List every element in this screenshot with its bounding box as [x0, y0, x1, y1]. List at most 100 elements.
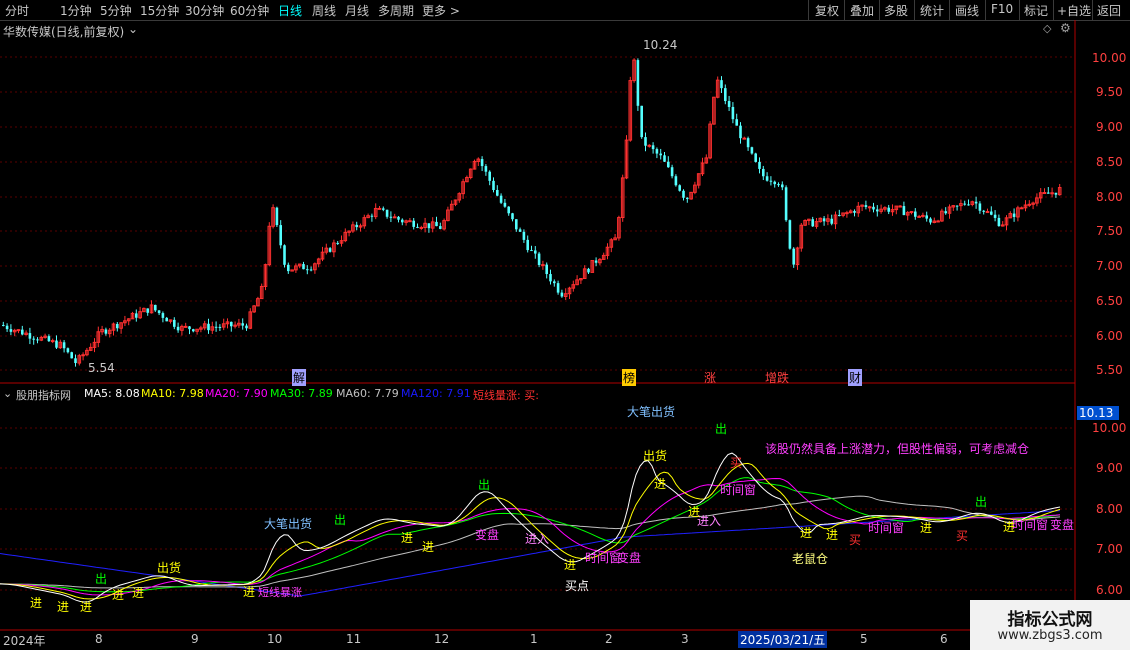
candle-body: [838, 215, 841, 217]
signal-buy-in: 进: [1003, 520, 1016, 534]
watermark-url: www.zbgs3.com: [997, 628, 1103, 643]
signal-buy-in: 进: [688, 505, 701, 519]
candle-body: [769, 180, 773, 182]
ma20-value: MA20: 7.90: [205, 387, 268, 400]
candle-body: [853, 210, 856, 213]
signal-sell: 出: [95, 572, 108, 586]
candle-body: [496, 190, 499, 196]
event-marker-bang[interactable]: 榜: [622, 369, 637, 386]
signal-buy-point: 买点: [565, 579, 590, 593]
candle-body: [985, 211, 990, 214]
candle-body: [944, 211, 947, 214]
candle-body: [28, 333, 32, 339]
candle-body: [781, 184, 784, 188]
candle-body: [47, 336, 51, 342]
signal-buy-in: 进: [30, 596, 43, 610]
event-marker-cai[interactable]: 财: [848, 369, 863, 386]
price-tick: 7.00: [1096, 259, 1123, 273]
candle-body: [534, 250, 537, 254]
candle-body: [385, 209, 389, 217]
candle-body: [917, 215, 921, 218]
candle-body: [173, 319, 176, 327]
candle-body: [594, 260, 598, 263]
candle-body: [439, 226, 442, 229]
candle-body: [553, 281, 556, 284]
candle-body: [670, 167, 674, 177]
candle-body: [735, 119, 738, 126]
candle-body: [81, 354, 85, 357]
candle-body: [982, 210, 985, 212]
candle-body: [507, 206, 510, 214]
event-marker-zhang[interactable]: 涨: [704, 369, 716, 386]
candle-body: [682, 190, 685, 198]
candle-body: [480, 159, 484, 167]
price-tick: 8.00: [1096, 190, 1123, 204]
candle-body: [55, 340, 58, 348]
candle-body: [484, 166, 488, 172]
signal-change-plate: 变盘: [475, 528, 500, 542]
candle-body: [788, 220, 792, 249]
signal-buy-in: 进: [654, 477, 667, 491]
candle-body: [936, 220, 940, 223]
candle-body: [754, 153, 757, 162]
candle-body: [5, 325, 9, 330]
signal-jin-ru: 进入: [525, 532, 550, 546]
candle-body: [154, 304, 157, 311]
candle-body: [526, 239, 529, 251]
chevron-down-icon[interactable]: ⌄: [3, 387, 12, 400]
candle-body: [241, 323, 244, 326]
candle-body: [746, 138, 750, 148]
candle-body: [974, 201, 978, 204]
signal-buy: 买: [849, 533, 862, 547]
ma120-value: MA120: 7.91: [401, 387, 471, 400]
candle-body: [161, 313, 165, 318]
candle-body: [792, 248, 795, 265]
date-tick: 11: [346, 632, 362, 646]
candle-body: [993, 214, 997, 218]
date-tick: 5: [860, 632, 868, 646]
candle-body: [515, 219, 518, 230]
signal-buy-in: 进: [401, 531, 414, 545]
candle-body: [720, 80, 723, 89]
candle-body: [811, 219, 814, 227]
event-marker-zengdie[interactable]: 增跌: [765, 369, 789, 386]
candle-body: [773, 181, 776, 185]
candle-body: [328, 248, 332, 252]
candle-body: [397, 216, 400, 220]
candle-body: [488, 171, 491, 181]
candle-body: [727, 101, 731, 107]
candle-body: [667, 161, 670, 168]
candle-body: [647, 144, 652, 147]
signal-big-sell: 大笔出货: [627, 405, 676, 419]
signal-sell: 出: [478, 478, 491, 492]
candle-body: [864, 205, 868, 207]
candle-body: [739, 125, 742, 139]
candle-body: [279, 225, 282, 246]
candle-body: [176, 326, 180, 331]
candle-body: [302, 264, 305, 270]
price-tick: 7.50: [1096, 224, 1123, 238]
candle-body: [188, 326, 191, 330]
indicator-tick: 10.00: [1092, 421, 1127, 435]
event-marker-jie[interactable]: 解: [292, 369, 307, 386]
date-tick: 3: [681, 632, 689, 646]
candle-body: [336, 242, 339, 244]
candle-body: [651, 145, 655, 150]
candle-body: [556, 283, 560, 293]
candle-body: [636, 60, 640, 106]
short-surge-value: 短线量涨: 买:: [473, 389, 539, 402]
signal-change-plate: 变盘: [617, 551, 642, 565]
price-tick: 6.00: [1096, 329, 1123, 343]
candle-body: [867, 206, 872, 209]
candle-body: [845, 212, 849, 215]
candle-body: [560, 292, 564, 297]
date-cursor-badge: 2025/03/21/五: [738, 631, 828, 648]
candle-body: [230, 321, 233, 327]
signal-buy-in: 进: [243, 585, 256, 599]
candle-body: [382, 208, 385, 210]
candle-body: [686, 197, 689, 199]
candle-body: [309, 269, 313, 271]
signal-buy: 买: [956, 529, 969, 543]
candle-body: [74, 358, 77, 364]
price-tick: 9.00: [1096, 120, 1123, 134]
